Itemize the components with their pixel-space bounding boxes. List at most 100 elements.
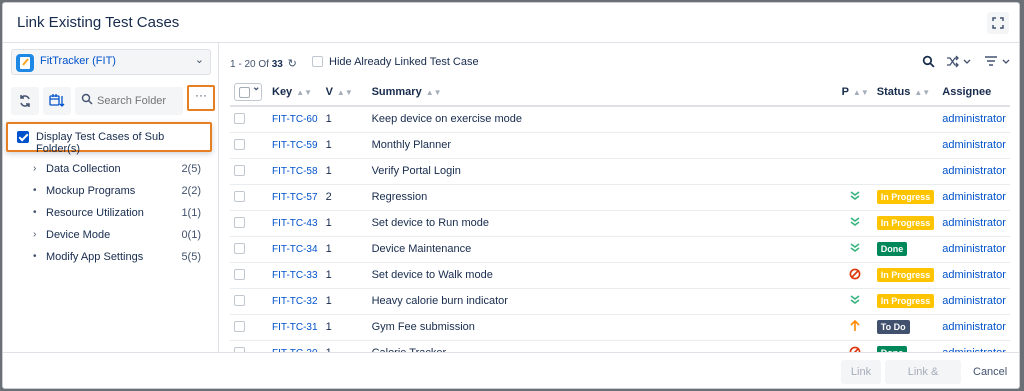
table-row[interactable]: FIT-TC-60 1 Keep device on exercise mode ad… [230,106,1010,133]
column-assignee[interactable]: Assignee [938,79,1010,107]
priority-cell [837,210,873,237]
table-row[interactable]: FIT-TC-58 1 Verify Portal Login administrat… [230,158,1010,185]
test-case-key-link[interactable]: FIT-TC-32 [272,296,318,307]
assignee-link[interactable]: administrator [942,269,1006,281]
cancel-button[interactable]: Cancel [965,360,1013,384]
folder-item[interactable]: • Mockup Programs 2(2) [3,181,219,203]
assignee-link[interactable]: administrator [942,191,1006,203]
table-row[interactable]: FIT-TC-59 1 Monthly Planner administrator [230,132,1010,159]
version-cell: 1 [321,106,368,133]
column-version[interactable]: V ▲▼ [321,79,368,107]
summary-cell: Monthly Planner [367,132,838,159]
more-options-button[interactable]: ··· [187,85,215,111]
status-cell: In Progress [872,288,939,315]
select-all-dropdown[interactable] [234,82,262,101]
assignee-link[interactable]: administrator [942,217,1006,229]
row-checkbox[interactable] [234,269,245,280]
folder-item[interactable]: › Device Mode 0(1) [3,225,219,247]
summary-cell: Device Maintenance [367,236,838,263]
column-status-label: Status [876,86,911,98]
table-row[interactable]: FIT-TC-32 1 Heavy calorie burn indicator In… [230,288,1010,315]
expand-chevron-icon[interactable]: › [33,163,41,174]
row-checkbox[interactable] [234,113,245,125]
test-case-table: Key▲▼ V▲▼ Summary▲▼ P▲▼ Status▲▼ Assigne… [230,79,1010,367]
folder-item[interactable]: • Resource Utilization 1(1) [3,203,219,225]
row-checkbox[interactable] [234,165,245,176]
table-row[interactable]: FIT-TC-57 2 Regression In Progress administr… [230,184,1010,211]
table-row[interactable]: FIT-TC-31 1 Gym Fee submission To Do adminis… [230,314,1010,341]
assignee-link[interactable]: administrator [942,243,1006,255]
folder-search[interactable] [75,87,183,115]
status-badge: In Progress [876,268,935,282]
folder-count: 0(1) [181,229,201,241]
column-key-label: Key [272,86,293,98]
folder-count: 2(5) [181,163,201,175]
folder-item[interactable]: • Modify App Settings 5(5) [3,247,219,269]
priority-cell [837,158,873,185]
status-badge: In Progress [876,294,935,308]
row-checkbox[interactable] [234,217,245,228]
folder-panel: FitTracker (FIT) ⌄ Search Folder ··· Dis… [3,43,219,352]
row-checkbox[interactable] [234,295,245,306]
row-checkbox[interactable] [234,321,245,332]
test-case-key-link[interactable]: FIT-TC-60 [272,114,318,125]
column-summary[interactable]: Summary ▲▼ [367,79,838,107]
subfolder-option-popup: Display Test Cases of Sub Folder(s) [6,122,212,155]
link-button[interactable]: Link [841,360,881,384]
status-cell: In Progress [872,262,939,289]
sort-icon: ▲▼ [336,88,353,97]
subfolder-option-label[interactable]: Display Test Cases of Sub Folder(s) [36,131,210,155]
test-case-key-link[interactable]: FIT-TC-58 [272,166,318,177]
page-range: 1 - 20 [230,59,256,70]
status-badge: To Do [876,320,910,334]
test-case-key-link[interactable]: FIT-TC-43 [272,218,318,229]
search-folder-input[interactable] [95,91,179,111]
row-checkbox[interactable] [234,243,245,254]
table-header-row: Key▲▼ V▲▼ Summary▲▼ P▲▼ Status▲▼ Assigne… [230,79,1010,107]
hide-linked-checkbox[interactable] [312,56,323,67]
version-cell: 1 [321,210,368,237]
priority-cell [837,132,873,159]
table-row[interactable]: FIT-TC-33 1 Set device to Walk mode In Prog… [230,262,1010,289]
refresh-icon[interactable] [11,87,39,115]
assignee-link[interactable]: administrator [942,321,1006,333]
assignee-link[interactable]: administrator [942,139,1006,151]
filter-icon[interactable] [984,55,1012,71]
test-case-key-link[interactable]: FIT-TC-57 [272,192,318,203]
row-checkbox[interactable] [234,191,245,202]
subfolder-checkbox[interactable] [17,131,29,143]
column-key[interactable]: Key ▲▼ [268,79,322,107]
version-cell: 1 [321,314,368,341]
assignee-link[interactable]: administrator [942,165,1006,177]
table-row[interactable]: FIT-TC-34 1 Device Maintenance Done administ… [230,236,1010,263]
calendar-sort-icon[interactable] [43,87,71,115]
summary-cell: Heavy calorie burn indicator [367,288,838,315]
refresh-icon[interactable]: ↻ [288,58,297,70]
link-and-close-button[interactable]: Link & Close [885,360,961,384]
column-priority[interactable]: P ▲▼ [837,79,873,107]
column-status[interactable]: Status ▲▼ [872,79,939,107]
search-icon[interactable] [922,55,935,71]
test-case-key-link[interactable]: FIT-TC-31 [272,322,318,333]
expand-icon[interactable] [987,12,1009,34]
hide-linked-label: Hide Already Linked Test Case [329,56,479,68]
expand-chevron-icon[interactable]: › [33,229,41,240]
priority-low-icon [850,190,860,200]
row-checkbox[interactable] [234,139,245,150]
modal-header: Link Existing Test Cases [3,3,1019,43]
project-select[interactable]: FitTracker (FIT) ⌄ [11,49,211,75]
assignee-link[interactable]: administrator [942,295,1006,307]
table-row[interactable]: FIT-TC-43 1 Set device to Run mode In Progr… [230,210,1010,237]
folder-item[interactable]: › Data Collection 2(5) [3,159,219,181]
column-summary-label: Summary [371,86,422,98]
test-case-key-link[interactable]: FIT-TC-59 [272,140,318,151]
test-case-key-link[interactable]: FIT-TC-34 [272,244,318,255]
version-cell: 1 [321,132,368,159]
test-case-key-link[interactable]: FIT-TC-33 [272,270,318,281]
folder-label: Modify App Settings [46,251,144,263]
shuffle-icon[interactable] [946,55,972,71]
assignee-link[interactable]: administrator [942,113,1006,125]
status-cell: In Progress [872,184,939,211]
version-cell: 1 [321,288,368,315]
hide-linked-toggle[interactable]: Hide Already Linked Test Case [312,56,479,68]
